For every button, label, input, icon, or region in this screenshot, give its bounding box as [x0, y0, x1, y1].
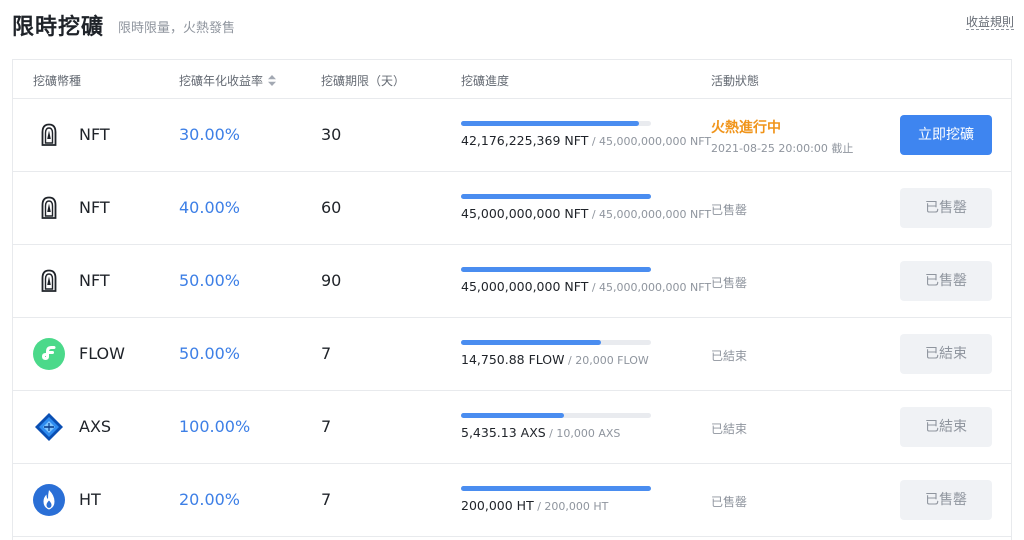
- sold-out-button: 已售罄: [900, 261, 992, 301]
- progress-bar-fill: [461, 413, 565, 418]
- ht-icon: [33, 484, 65, 516]
- progress-current: 200,000 HT: [461, 498, 534, 513]
- annual-rate: 30.00%: [179, 125, 241, 144]
- progress-total: / 20,000 FLOW: [564, 354, 649, 367]
- table-header: 挖礦幣種 挖礦年化收益率 挖礦期限（天） 挖礦進度 活動狀態: [13, 60, 1011, 99]
- coin-name: NFT: [79, 125, 110, 144]
- progress-bar: [461, 340, 651, 345]
- progress-amount: 14,750.88 FLOW / 20,000 FLOW: [461, 352, 649, 367]
- annual-rate: 20.00%: [179, 490, 241, 509]
- sold-out-button: 已售罄: [900, 188, 992, 228]
- progress-total: / 200,000 HT: [533, 500, 609, 513]
- progress-bar: [461, 194, 651, 199]
- annual-rate: 50.00%: [179, 344, 241, 363]
- progress-bar: [461, 413, 651, 418]
- table-row: FLOW 50.00% 7 14,750.88 FLOW / 20,000 FL…: [13, 318, 1011, 391]
- progress-bar-fill: [461, 340, 602, 345]
- progress-amount: 200,000 HT / 200,000 HT: [461, 498, 608, 513]
- progress-amount: 45,000,000,000 NFT / 45,000,000,000 NFT: [461, 279, 711, 294]
- flow-icon: [33, 338, 65, 370]
- progress-bar: [461, 267, 651, 272]
- coin-name: NFT: [79, 271, 110, 290]
- annual-rate: 100.00%: [179, 417, 251, 436]
- progress-bar-fill: [461, 267, 651, 272]
- progress-bar: [461, 486, 651, 491]
- mine-now-button[interactable]: 立即挖礦: [900, 115, 992, 155]
- status-badge: 火熱進行中: [711, 120, 781, 136]
- page-subtitle: 限時限量，火熱發售: [118, 21, 236, 36]
- progress-total: / 45,000,000,000 NFT: [588, 135, 712, 148]
- mining-period: 30: [321, 125, 342, 144]
- status-badge: 已售罄: [711, 276, 748, 290]
- table-row: AXS 100.00% 7 5,435.13 AXS / 10,000 AXS …: [13, 391, 1011, 464]
- table-row: HT 20.00% 7 200,000 HT / 200,000 HT 已售罄 …: [13, 464, 1011, 537]
- earning-rules-link[interactable]: 收益規則: [965, 15, 1014, 30]
- mining-period: 60: [321, 198, 342, 217]
- progress-current: 45,000,000,000 NFT: [461, 279, 589, 294]
- table-row: NFT 50.00% 90 45,000,000,000 NFT / 45,00…: [13, 245, 1011, 318]
- mining-period: 90: [321, 271, 342, 290]
- table-row: NFT 40.00% 60 45,000,000,000 NFT / 45,00…: [13, 172, 1011, 245]
- progress-current: 42,176,225,369 NFT: [461, 133, 589, 148]
- progress-bar: [461, 121, 651, 126]
- nft-icon: [33, 192, 65, 224]
- mining-period: 7: [321, 417, 332, 436]
- column-header-coin: 挖礦幣種: [33, 74, 82, 88]
- progress-amount: 42,176,225,369 NFT / 45,000,000,000 NFT: [461, 133, 711, 148]
- coin-name: NFT: [79, 198, 110, 217]
- ended-button: 已結束: [900, 407, 992, 447]
- axs-icon: [33, 411, 65, 443]
- annual-rate: 50.00%: [179, 271, 241, 290]
- progress-bar-fill: [461, 486, 651, 491]
- status-badge: 已結束: [711, 422, 748, 436]
- progress-bar-fill: [461, 121, 640, 126]
- status-badge: 已售罄: [711, 203, 748, 217]
- column-header-status: 活動狀態: [711, 74, 760, 88]
- nft-icon: [33, 119, 65, 151]
- annual-rate: 40.00%: [179, 198, 241, 217]
- status-badge: 已結束: [711, 349, 748, 363]
- page-header: 限時挖礦 限時限量，火熱發售 收益規則: [12, 0, 1014, 50]
- mining-period: 7: [321, 490, 332, 509]
- column-header-rate[interactable]: 挖礦年化收益率: [179, 72, 277, 89]
- status-badge: 已售罄: [711, 495, 748, 509]
- progress-total: / 45,000,000,000 NFT: [588, 281, 712, 294]
- mining-table: 挖礦幣種 挖礦年化收益率 挖礦期限（天） 挖礦進度 活動狀態 NFT 30.00…: [12, 59, 1012, 540]
- deadline-text: 2021-08-25 20:00:00 截止: [711, 142, 854, 155]
- column-header-period: 挖礦期限（天）: [321, 74, 406, 88]
- column-header-progress: 挖礦進度: [461, 74, 510, 88]
- coin-name: HT: [79, 490, 101, 509]
- coin-name: FLOW: [79, 344, 125, 363]
- sold-out-button: 已售罄: [900, 480, 992, 520]
- mining-period: 7: [321, 344, 332, 363]
- ended-button: 已結束: [900, 334, 992, 374]
- progress-current: 14,750.88 FLOW: [461, 352, 565, 367]
- progress-total: / 45,000,000,000 NFT: [588, 208, 712, 221]
- sort-icon[interactable]: [268, 75, 277, 89]
- progress-bar-fill: [461, 194, 651, 199]
- progress-amount: 45,000,000,000 NFT / 45,000,000,000 NFT: [461, 206, 711, 221]
- progress-amount: 5,435.13 AXS / 10,000 AXS: [461, 425, 620, 440]
- coin-name: AXS: [79, 417, 112, 436]
- progress-total: / 10,000 AXS: [545, 427, 621, 440]
- table-row: NFT 30.00% 30 42,176,225,369 NFT / 45,00…: [13, 99, 1011, 172]
- progress-current: 45,000,000,000 NFT: [461, 206, 589, 221]
- nft-icon: [33, 265, 65, 297]
- page-title: 限時挖礦: [12, 15, 105, 40]
- progress-current: 5,435.13 AXS: [461, 425, 546, 440]
- column-header-rate-label: 挖礦年化收益率: [179, 74, 264, 88]
